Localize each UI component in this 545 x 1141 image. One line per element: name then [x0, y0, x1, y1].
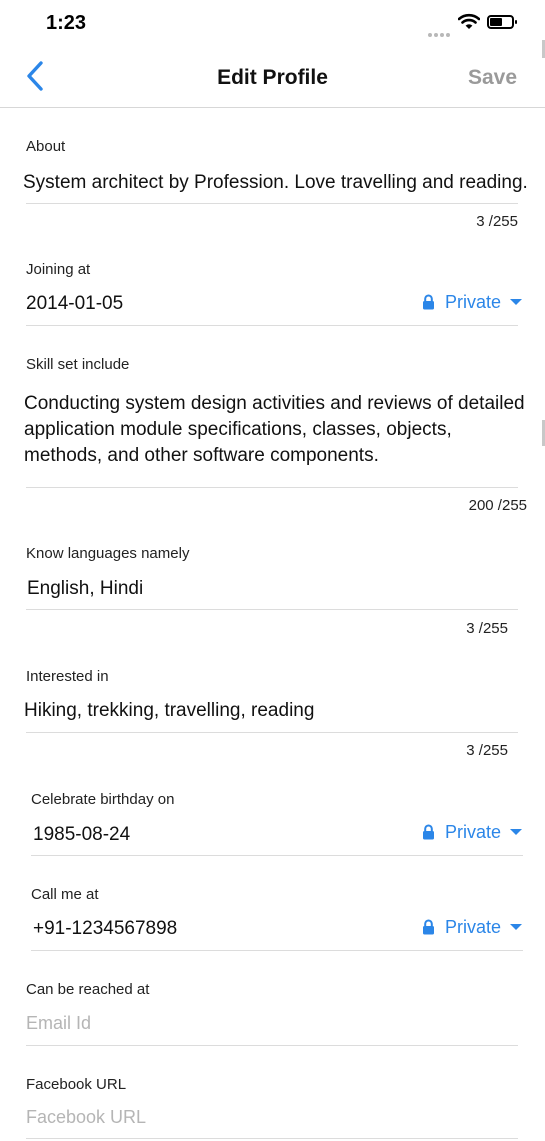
phone-field[interactable]: +91-1234567898	[33, 918, 177, 940]
skills-input[interactable]: Conducting system design activities and …	[24, 391, 534, 469]
interests-underline	[26, 732, 518, 733]
facebook-underline	[26, 1138, 518, 1139]
nav-bar: Edit Profile Save	[0, 48, 545, 108]
privacy-label: Private	[444, 292, 501, 312]
skills-label: Skill set include	[26, 356, 130, 373]
email-underline	[26, 1045, 518, 1046]
privacy-label: Private	[444, 822, 501, 842]
birthday-underline	[31, 855, 523, 856]
privacy-label: Private	[444, 917, 501, 937]
email-field[interactable]: Email Id	[26, 1013, 91, 1034]
caret-down-icon	[510, 299, 522, 305]
page-title: Edit Profile	[217, 66, 328, 89]
interests-label: Interested in	[26, 668, 109, 685]
languages-input[interactable]: English, Hindi	[27, 578, 143, 600]
languages-char-counter: 3 /255	[466, 620, 508, 637]
save-button[interactable]: Save	[468, 66, 517, 90]
interests-char-counter: 3 /255	[466, 742, 508, 759]
joining-label: Joining at	[26, 261, 91, 278]
caret-down-icon	[510, 829, 522, 835]
birthday-privacy-dropdown[interactable]: Private	[422, 822, 522, 843]
wifi-icon	[458, 13, 480, 29]
about-input[interactable]: System architect by Profession. Love tra…	[23, 172, 528, 194]
languages-label: Know languages namely	[26, 545, 190, 562]
about-label: About	[26, 138, 66, 155]
birthday-date-field[interactable]: 1985-08-24	[33, 824, 130, 846]
joining-privacy-dropdown[interactable]: Private	[422, 292, 522, 313]
phone-label: Call me at	[31, 886, 99, 903]
birthday-label: Celebrate birthday on	[31, 791, 175, 808]
email-label: Can be reached at	[26, 981, 150, 998]
facebook-label: Facebook URL	[26, 1076, 127, 1093]
facebook-url-field[interactable]: Facebook URL	[26, 1107, 146, 1128]
joining-underline	[26, 325, 518, 326]
about-underline	[26, 203, 518, 204]
phone-underline	[31, 950, 523, 951]
skills-char-counter: 200 /255	[468, 497, 527, 514]
status-time: 1:23	[46, 12, 87, 34]
lock-icon	[422, 824, 434, 840]
joining-date-field[interactable]: 2014-01-05	[26, 293, 123, 315]
caret-down-icon	[510, 924, 522, 930]
phone-privacy-dropdown[interactable]: Private	[422, 917, 522, 938]
lock-icon	[422, 294, 434, 310]
lock-icon	[422, 919, 434, 935]
interests-input[interactable]: Hiking, trekking, travelling, reading	[24, 700, 314, 722]
languages-underline	[26, 609, 518, 610]
status-bar: 1:23	[0, 0, 545, 48]
about-char-counter: 3 /255	[476, 213, 518, 230]
skills-underline	[26, 487, 518, 488]
battery-icon	[487, 15, 517, 29]
signal-icon	[428, 24, 452, 42]
